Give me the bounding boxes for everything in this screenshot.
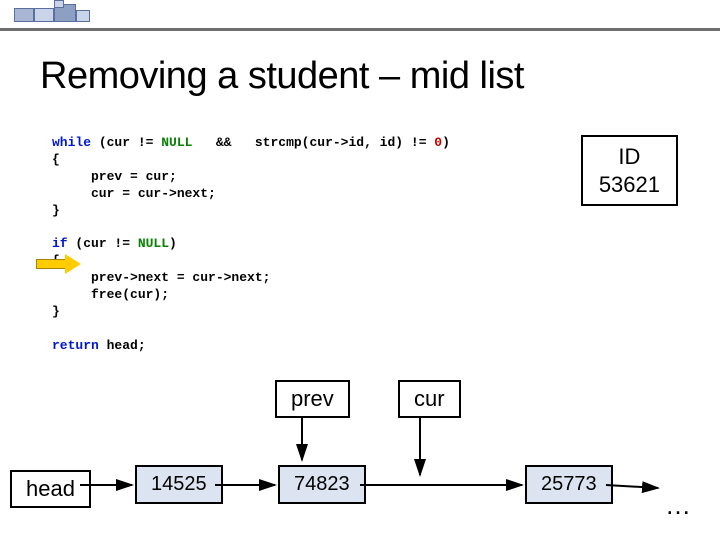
prev-label: prev xyxy=(275,380,350,418)
ellipsis: … xyxy=(665,490,691,521)
slide-title: Removing a student – mid list xyxy=(40,55,524,98)
cur-label: cur xyxy=(398,380,461,418)
code-block: while (cur != NULL && strcmp(cur->id, id… xyxy=(52,135,450,355)
id-value: 53621 xyxy=(599,171,660,199)
list-node: 14525 xyxy=(135,465,223,504)
slide-deco-corner xyxy=(14,0,124,26)
id-label: ID xyxy=(599,143,660,171)
list-node: 25773 xyxy=(525,465,613,504)
pc-arrow-icon xyxy=(36,255,80,273)
slide-top-rule xyxy=(0,28,720,31)
head-label: head xyxy=(10,470,91,508)
search-id-box: ID 53621 xyxy=(581,135,678,206)
list-node: 74823 xyxy=(278,465,366,504)
